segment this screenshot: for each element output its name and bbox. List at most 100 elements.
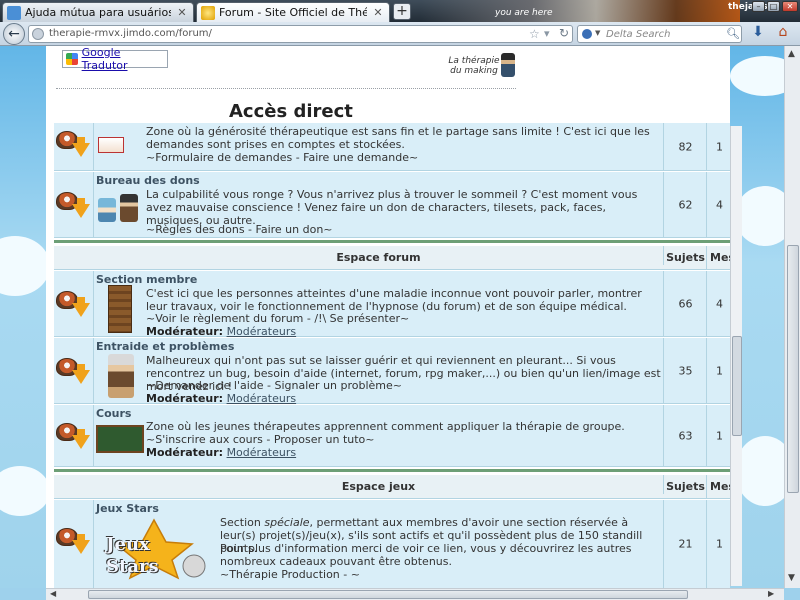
- category-title[interactable]: Espace forum: [94, 246, 664, 265]
- chalkboard-icon: [96, 425, 144, 453]
- url-text[interactable]: therapie-rmvx.jimdo.com/forum/: [49, 28, 212, 39]
- messages-count: 1: [716, 140, 723, 153]
- forumeiros-favicon-icon: [7, 5, 21, 20]
- search-input[interactable]: Delta Search: [606, 29, 670, 40]
- moderators-link[interactable]: Modérateurs: [227, 446, 297, 459]
- google-translator-link[interactable]: Google Tradutor: [82, 46, 167, 72]
- google-logo-icon: [66, 53, 78, 65]
- desc-part: Section: [220, 516, 265, 529]
- jeux-stars-banner: Jeux Stars: [98, 518, 210, 580]
- maximize-icon[interactable]: □: [767, 1, 780, 12]
- forum-title[interactable]: Jeux Stars: [96, 502, 159, 515]
- site-identity-icon[interactable]: [32, 28, 44, 40]
- scroll-down-icon[interactable]: ▼: [788, 573, 795, 583]
- messages-count-cell: 4: [708, 271, 730, 336]
- minimize-icon[interactable]: –: [752, 1, 765, 12]
- horizontal-scrollbar[interactable]: ◀ ▶: [46, 588, 784, 600]
- back-arrow-icon[interactable]: ←: [3, 23, 25, 45]
- forum-description: Zone où les jeunes thérapeutes apprennen…: [146, 420, 625, 433]
- new-posts-icon: [56, 528, 90, 558]
- star-icon[interactable]: ☆: [529, 27, 540, 41]
- forum-links[interactable]: ~Voir le règlement du forum - /!\ Se pré…: [146, 312, 409, 325]
- google-translator-widget[interactable]: Google Tradutor: [62, 46, 168, 72]
- address-bar[interactable]: therapie-rmvx.jimdo.com/forum/ ☆ ▾ ↻: [28, 25, 573, 43]
- therapie-favicon-icon: [201, 5, 215, 20]
- search-bar[interactable]: ▼ Delta Search 🔍︎: [577, 25, 742, 43]
- content-area: Google Tradutor La thérapie du making Ac…: [46, 46, 730, 588]
- search-engine-icon[interactable]: [582, 29, 592, 39]
- tab-forum-therapie[interactable]: Forum - Site Officiel de Thérapie ✕: [196, 2, 390, 22]
- character-sprite-icon: [98, 198, 116, 222]
- moderators: Modérateur: Modérateurs: [146, 392, 296, 405]
- forum-links[interactable]: ~Demander de l'aide - Signaler un problè…: [146, 379, 402, 392]
- forum-description: C'est ici que les personnes atteintes d'…: [146, 287, 642, 313]
- forum-links[interactable]: ~Formulaire de demandes - Faire une dema…: [146, 151, 418, 164]
- messages-count-cell: 1: [708, 123, 730, 170]
- tab-title: Forum - Site Officiel de Thérapie: [219, 6, 367, 19]
- doctor-sprite-icon: [108, 354, 134, 398]
- forum-row-entraide[interactable]: Entraide et problèmes Malheureux qui n'o…: [54, 338, 730, 405]
- forum-links[interactable]: ~Thérapie Production - ~: [220, 568, 360, 581]
- cloud-decoration: [730, 56, 784, 96]
- forum-row-cours[interactable]: Cours Zone où les jeunes thérapeutes app…: [54, 405, 730, 467]
- category-separator: [54, 240, 730, 243]
- column-header-subjects: Sujets: [665, 246, 707, 270]
- logo-character-icon: [501, 53, 515, 77]
- messages-count: 4: [716, 297, 723, 310]
- scroll-left-icon[interactable]: ◀: [50, 589, 56, 598]
- forum-title[interactable]: Entraide et problèmes: [96, 340, 234, 353]
- scroll-right-icon[interactable]: ▶: [768, 589, 774, 598]
- inner-scrollbar-thumb[interactable]: [732, 336, 742, 436]
- status-cell: [54, 405, 94, 466]
- inner-scrollbar[interactable]: [730, 126, 742, 586]
- column-header-messages: Mes: [710, 480, 730, 493]
- header-divider: [56, 88, 516, 89]
- forum-title[interactable]: Bureau des dons: [96, 174, 200, 187]
- download-arrow-icon[interactable]: ⬇: [748, 24, 768, 44]
- window-close-icon[interactable]: ✕: [782, 1, 798, 12]
- moderators: Modérateur: Modérateurs: [146, 446, 296, 459]
- site-logo-text[interactable]: La thérapie du making: [448, 56, 500, 76]
- subjects-count: 66: [678, 297, 693, 310]
- moderator-label: Modérateur:: [146, 446, 224, 459]
- magnifier-icon[interactable]: 🔍︎: [726, 27, 740, 40]
- door-icon: [108, 285, 132, 333]
- chevron-down-icon[interactable]: ▼: [595, 29, 600, 37]
- scroll-up-icon[interactable]: ▲: [788, 49, 795, 59]
- forum-cell: Cours Zone où les jeunes thérapeutes app…: [94, 405, 664, 466]
- new-posts-icon: [56, 423, 90, 453]
- forum-row-section-membre[interactable]: Section membre C'est ici que les personn…: [54, 271, 730, 338]
- tab-bar: Ajuda mútua para usuários forumeiros ✕ F…: [0, 0, 800, 22]
- page-title: Accès direct: [229, 101, 353, 122]
- vertical-scrollbar[interactable]: ▲ ▼: [784, 46, 800, 588]
- forum-title[interactable]: Cours: [96, 407, 131, 420]
- dropdown-arrow-icon[interactable]: ▾: [544, 27, 550, 40]
- forum-cell: Jeux Stars Jeux Stars Section spéciale, …: [94, 500, 664, 588]
- horizontal-scrollbar-thumb[interactable]: [88, 590, 688, 599]
- forum-row-bureau-des-dons[interactable]: Bureau des dons La culpabilité vous rong…: [54, 172, 730, 238]
- category-header-espace-forum: Espace forum Sujets Mes: [54, 246, 730, 270]
- forum-row-demandes[interactable]: Zone où la générosité thérapeutique est …: [54, 123, 730, 171]
- subjects-count: 63: [678, 429, 693, 442]
- moderators-link[interactable]: Modérateurs: [227, 325, 297, 338]
- moderators-link[interactable]: Modérateurs: [227, 392, 297, 405]
- cloud-decoration: [735, 186, 784, 246]
- messages-count: 1: [716, 429, 723, 442]
- subjects-count-cell: 63: [665, 405, 707, 466]
- subjects-count-cell: 35: [665, 338, 707, 403]
- forum-row-jeux-stars[interactable]: Jeux Stars Jeux Stars Section spéciale, …: [54, 500, 730, 588]
- close-icon[interactable]: ✕: [371, 6, 385, 20]
- new-posts-icon: [56, 131, 90, 161]
- forum-links[interactable]: ~Règles des dons - Faire un don~: [146, 223, 333, 236]
- home-icon[interactable]: ⌂: [773, 24, 793, 44]
- vertical-scrollbar-thumb[interactable]: [787, 245, 799, 493]
- category-title[interactable]: Espace jeux: [94, 475, 664, 494]
- new-tab-button[interactable]: +: [393, 3, 411, 20]
- reload-icon[interactable]: ↻: [559, 26, 569, 40]
- forum-table: Zone où la générosité thérapeutique est …: [54, 123, 730, 588]
- messages-count: 1: [716, 537, 723, 551]
- close-icon[interactable]: ✕: [175, 6, 189, 20]
- forum-links[interactable]: ~S'inscrire aux cours - Proposer un tuto…: [146, 433, 375, 446]
- tab-ajuda[interactable]: Ajuda mútua para usuários forumeiros ✕: [2, 2, 194, 22]
- category-header-espace-jeux: Espace jeux Sujets Mes: [54, 475, 730, 499]
